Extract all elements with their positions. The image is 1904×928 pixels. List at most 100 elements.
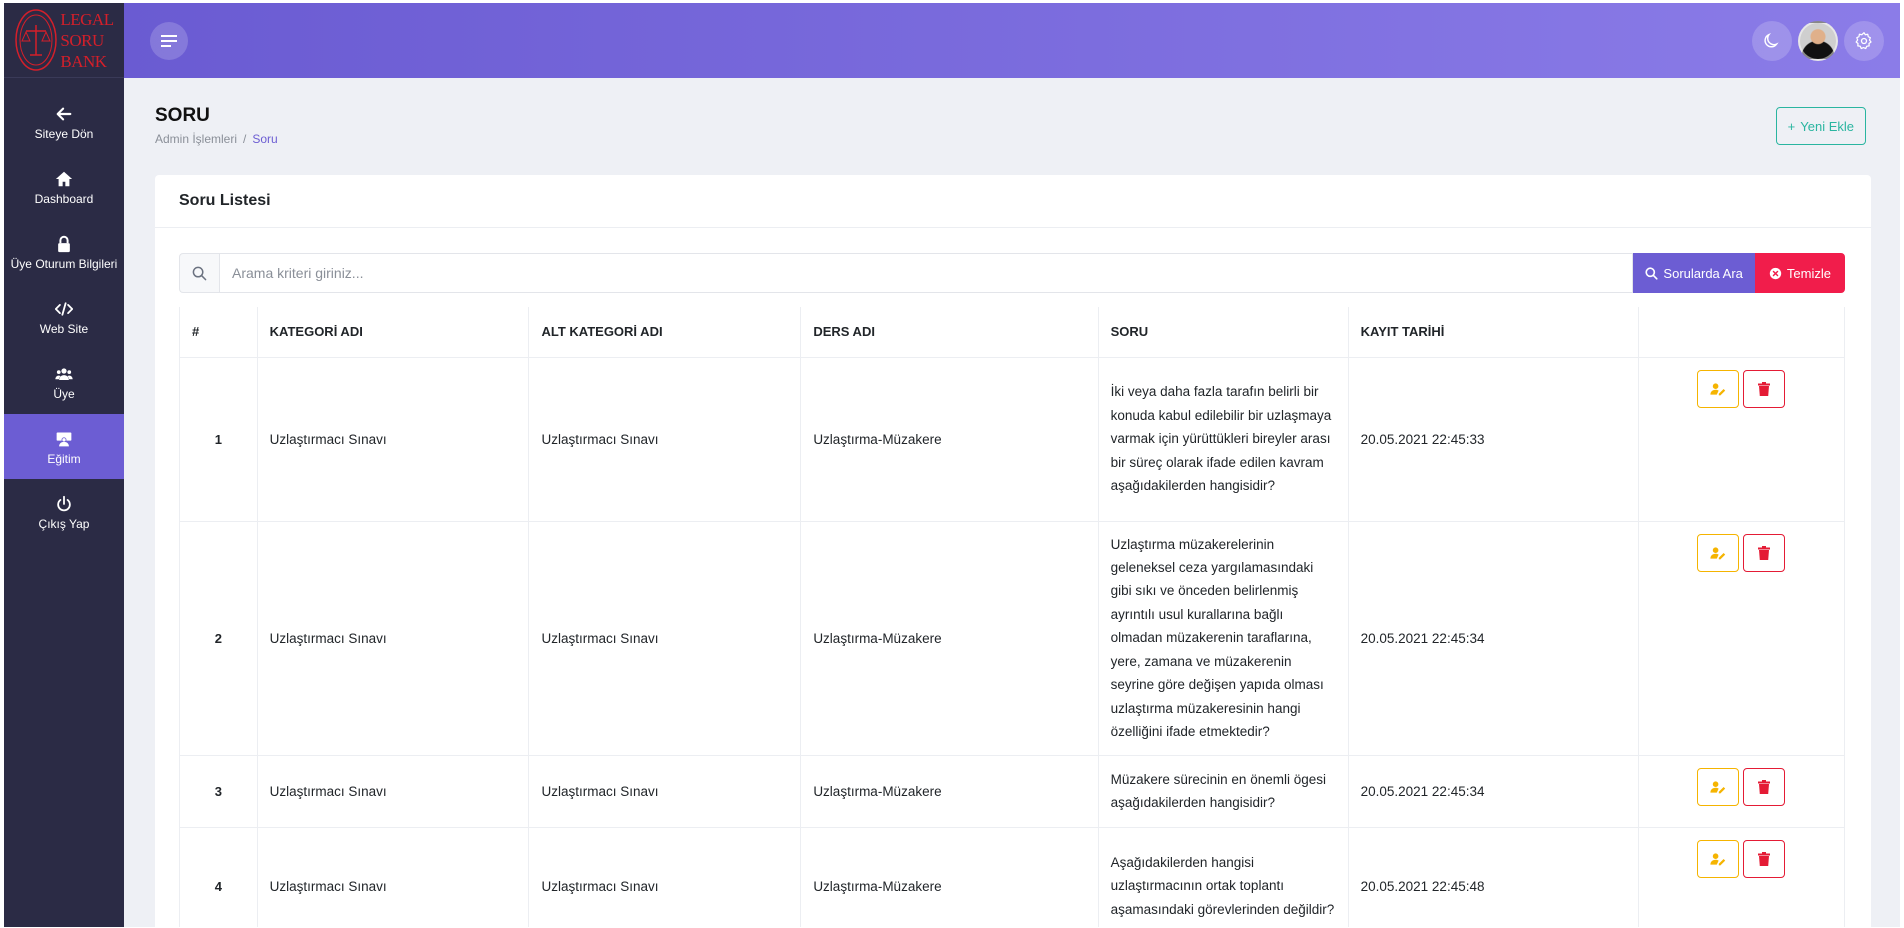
cell-category: Uzlaştırmacı Sınavı xyxy=(256,826,530,927)
column-header-number[interactable]: # xyxy=(179,307,258,358)
clear-label: Temizle xyxy=(1786,265,1831,281)
table-row: 3 Uzlaştırmacı Sınavı Uzlaştırmacı Sınav… xyxy=(179,754,1846,828)
trash-icon xyxy=(1758,779,1771,794)
sidebar-item-label: Üye xyxy=(53,386,75,401)
search-questions-button[interactable]: Sorularda Ara xyxy=(1633,253,1755,293)
logo[interactable]: LEGAL SORU BANK xyxy=(4,3,124,78)
logo-line-soru: SORU xyxy=(60,30,104,50)
dark-mode-toggle-button[interactable] xyxy=(1752,21,1792,61)
cell-subcategory: Uzlaştırmacı Sınavı xyxy=(528,356,802,522)
sidebar-item-label: Web Site xyxy=(39,321,89,336)
page-title: SORU xyxy=(155,105,210,126)
cell-number: 4 xyxy=(179,826,258,927)
cell-number: 3 xyxy=(179,754,258,828)
cell-question: Müzakere sürecinin en önemli ögesi aşağı… xyxy=(1097,754,1349,828)
logo-line-bank: BANK xyxy=(60,51,107,71)
home-icon xyxy=(55,168,73,190)
sidebar-item-uye-oturum-bilgileri[interactable]: Üye Oturum Bilgileri xyxy=(4,219,124,284)
column-header-date[interactable]: KAYIT TARİHİ xyxy=(1347,307,1639,358)
sidebar-item-cikis-yap[interactable]: Çıkış Yap xyxy=(4,479,124,544)
search-bar: Sorularda Ara Temizle xyxy=(179,253,1845,293)
sidebar-nav: Siteye Dön Dashboard Üye Oturum Bilgiler… xyxy=(4,89,124,544)
user-edit-icon xyxy=(1710,780,1726,793)
sidebar-item-label: Üye Oturum Bilgileri xyxy=(10,256,118,271)
table-row: 2 Uzlaştırmacı Sınavı Uzlaştırmacı Sınav… xyxy=(179,520,1846,756)
edit-button[interactable] xyxy=(1697,533,1740,572)
question-list-card: Soru Listesi Sorularda Ara Temizle # xyxy=(155,175,1871,927)
cell-question: Uzlaştırma müzakerelerinin geleneksel ce… xyxy=(1097,520,1349,756)
column-header-actions xyxy=(1637,307,1846,358)
column-header-course[interactable]: DERS ADI xyxy=(800,307,1099,358)
question-table: # KATEGORİ ADI ALT KATEGORİ ADI DERS ADI… xyxy=(179,307,1846,927)
user-edit-icon xyxy=(1710,852,1726,865)
table-row: 1 Uzlaştırmacı Sınavı Uzlaştırmacı Sınav… xyxy=(179,356,1846,522)
search-addon xyxy=(179,253,219,293)
sidebar-item-egitim[interactable]: Eğitim xyxy=(4,414,124,479)
table-row: 4 Uzlaştırmacı Sınavı Uzlaştırmacı Sınav… xyxy=(179,826,1846,927)
user-edit-icon xyxy=(1710,546,1726,559)
search-icon xyxy=(192,266,207,280)
top-header xyxy=(124,3,1900,78)
edit-button[interactable] xyxy=(1697,767,1740,806)
cell-date: 20.05.2021 22:45:33 xyxy=(1347,356,1639,522)
scales-of-justice-logo-icon xyxy=(15,9,58,71)
cell-date: 20.05.2021 22:45:34 xyxy=(1347,520,1639,756)
add-new-button[interactable]: + Yeni Ekle xyxy=(1775,107,1866,145)
logo-mark: LEGAL SORU BANK xyxy=(14,7,114,73)
app-frame: LEGAL SORU BANK Siteye Dön Dashboard Üye… xyxy=(4,3,1900,927)
cell-number: 2 xyxy=(179,520,258,756)
breadcrumb-separator: / xyxy=(243,132,247,146)
sidebar-item-siteye-don[interactable]: Siteye Dön xyxy=(4,89,124,154)
trash-icon xyxy=(1758,381,1771,396)
delete-button[interactable] xyxy=(1743,369,1786,408)
settings-button[interactable] xyxy=(1844,21,1884,61)
search-input[interactable] xyxy=(219,253,1634,293)
card-title: Soru Listesi xyxy=(155,175,1871,228)
moon-icon xyxy=(1764,32,1779,48)
clear-button[interactable]: Temizle xyxy=(1754,253,1845,293)
sidebar-item-web-site[interactable]: Web Site xyxy=(4,284,124,349)
header-actions xyxy=(1752,21,1884,61)
logo-line-legal: LEGAL xyxy=(60,9,114,29)
cell-subcategory: Uzlaştırmacı Sınavı xyxy=(528,826,802,927)
column-header-subcategory[interactable]: ALT KATEGORİ ADI xyxy=(528,307,802,358)
cell-number: 1 xyxy=(179,356,258,522)
edit-button[interactable] xyxy=(1697,839,1740,878)
avatar[interactable] xyxy=(1798,21,1838,61)
breadcrumb-item-admin[interactable]: Admin İşlemleri xyxy=(155,132,237,146)
sidebar-item-label: Siteye Dön xyxy=(34,126,94,141)
plus-icon: + xyxy=(1787,118,1796,134)
menu-toggle-button[interactable] xyxy=(150,22,188,60)
cell-course: Uzlaştırma-Müzakere xyxy=(800,754,1099,828)
search-icon xyxy=(1645,266,1659,280)
delete-button[interactable] xyxy=(1743,533,1786,572)
delete-button[interactable] xyxy=(1743,767,1786,806)
menu-icon xyxy=(161,35,177,47)
trash-icon xyxy=(1758,851,1771,866)
delete-button[interactable] xyxy=(1743,839,1786,878)
breadcrumb-item-current: Soru xyxy=(252,132,278,146)
search-questions-label: Sorularda Ara xyxy=(1663,265,1743,281)
sidebar-item-dashboard[interactable]: Dashboard xyxy=(4,154,124,219)
column-header-category[interactable]: KATEGORİ ADI xyxy=(256,307,530,358)
sidebar: LEGAL SORU BANK Siteye Dön Dashboard Üye… xyxy=(4,3,124,927)
gear-icon xyxy=(1855,32,1872,50)
cell-date: 20.05.2021 22:45:34 xyxy=(1347,754,1639,828)
table-header-row: # KATEGORİ ADI ALT KATEGORİ ADI DERS ADI… xyxy=(179,307,1846,358)
add-new-label: Yeni Ekle xyxy=(1800,118,1854,134)
sidebar-item-label: Çıkış Yap xyxy=(38,516,90,531)
graduation-cap-icon xyxy=(55,428,73,450)
arrow-left-icon xyxy=(55,103,73,125)
power-icon xyxy=(55,493,73,515)
cell-actions xyxy=(1637,826,1846,927)
column-header-question[interactable]: SORU xyxy=(1097,307,1349,358)
cell-subcategory: Uzlaştırmacı Sınavı xyxy=(528,754,802,828)
cell-category: Uzlaştırmacı Sınavı xyxy=(256,520,530,756)
users-icon xyxy=(55,363,73,385)
edit-button[interactable] xyxy=(1697,369,1740,408)
cell-course: Uzlaştırma-Müzakere xyxy=(800,356,1099,522)
sidebar-item-uye[interactable]: Üye xyxy=(4,349,124,414)
cell-course: Uzlaştırma-Müzakere xyxy=(800,826,1099,927)
user-edit-icon xyxy=(1710,382,1726,395)
cell-category: Uzlaştırmacı Sınavı xyxy=(256,356,530,522)
